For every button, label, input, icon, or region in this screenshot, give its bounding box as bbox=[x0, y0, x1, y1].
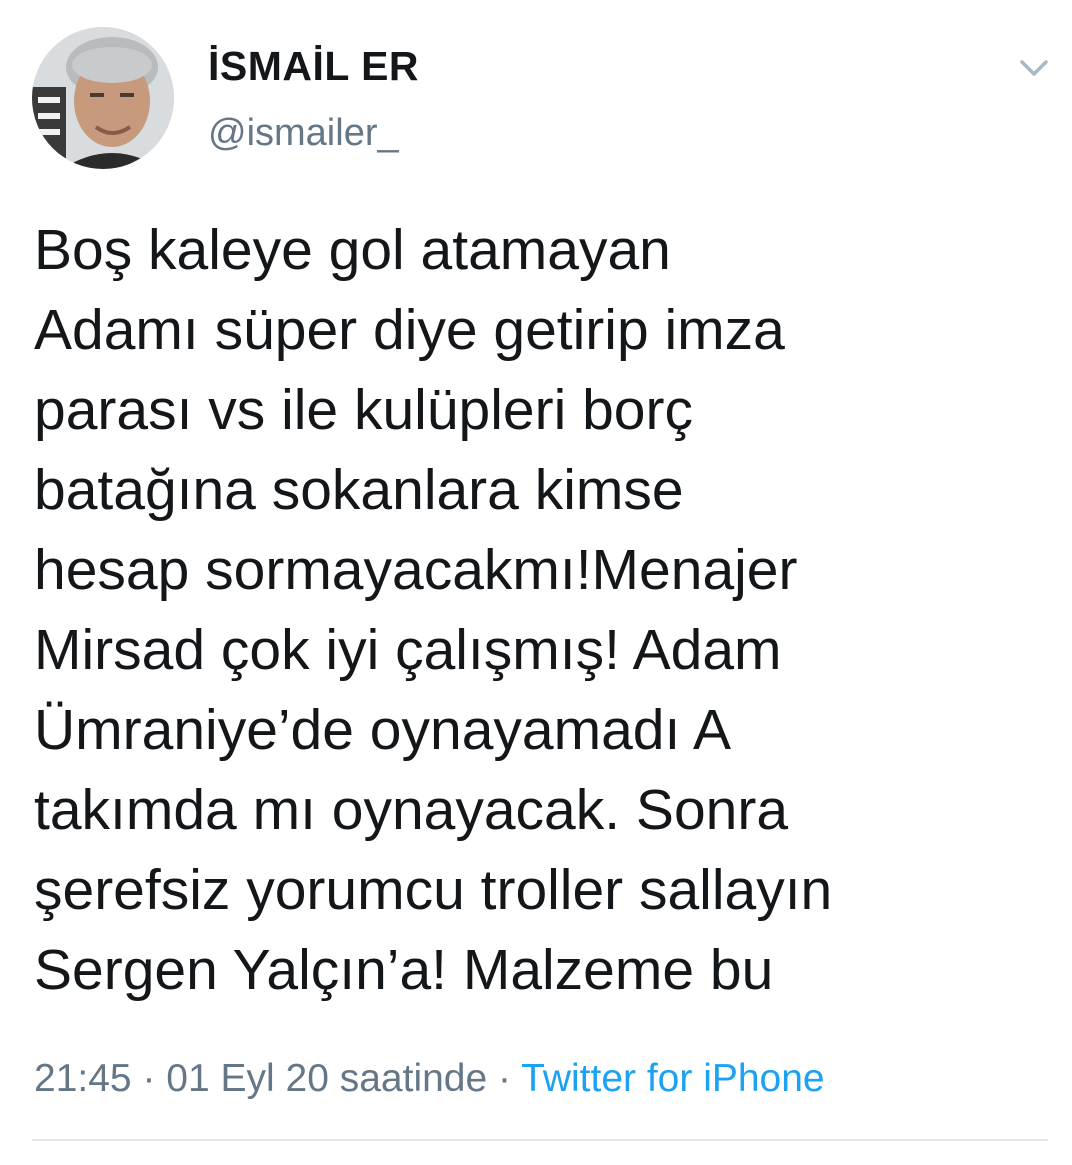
author-handle[interactable]: @ismailer_ bbox=[208, 112, 399, 155]
tweet-line: Sergen Yalçın’a! Malzeme bu bbox=[34, 938, 774, 1002]
tweet-line: Mirsad çok iyi çalışmış! Adam bbox=[34, 618, 782, 682]
tweet-line: hesap sormayacakmı!Menajer bbox=[34, 538, 798, 602]
tweet-time[interactable]: 21:45 bbox=[34, 1057, 132, 1100]
profile-photo-icon bbox=[32, 27, 174, 169]
tweet-meta: 21:45 · 01 Eyl 20 saatinde · Twitter for… bbox=[34, 1057, 825, 1101]
meta-separator: · bbox=[131, 1057, 167, 1100]
tweet-date[interactable]: 01 Eyl 20 saatinde bbox=[166, 1057, 487, 1100]
tweet-line: Adamı süper diye getirip imza bbox=[34, 298, 785, 362]
tweet-line: batağına sokanlara kimse bbox=[34, 458, 684, 522]
tweet-line: parası vs ile kulüpleri borç bbox=[34, 378, 693, 442]
chevron-down-icon[interactable] bbox=[1016, 52, 1052, 82]
meta-separator: · bbox=[487, 1057, 522, 1100]
tweet-line: Boş kaleye gol atamayan bbox=[34, 218, 671, 282]
author-name[interactable]: İSMAİL ER bbox=[208, 43, 419, 90]
divider bbox=[32, 1139, 1048, 1141]
tweet-line: takımda mı oynayacak. Sonra bbox=[34, 778, 789, 842]
tweet-card: İSMAİL ER @ismailer_ Boş kaleye gol atam… bbox=[0, 0, 1072, 1165]
tweet-line: şerefsiz yorumcu troller sallayın bbox=[34, 858, 833, 922]
tweet-text: Boş kaleye gol atamayan Adamı süper diye… bbox=[34, 210, 1044, 1010]
tweet-source-link[interactable]: Twitter for iPhone bbox=[521, 1057, 824, 1100]
avatar[interactable] bbox=[32, 27, 174, 169]
tweet-line: Ümraniye’de oynayamadı A bbox=[34, 698, 732, 762]
